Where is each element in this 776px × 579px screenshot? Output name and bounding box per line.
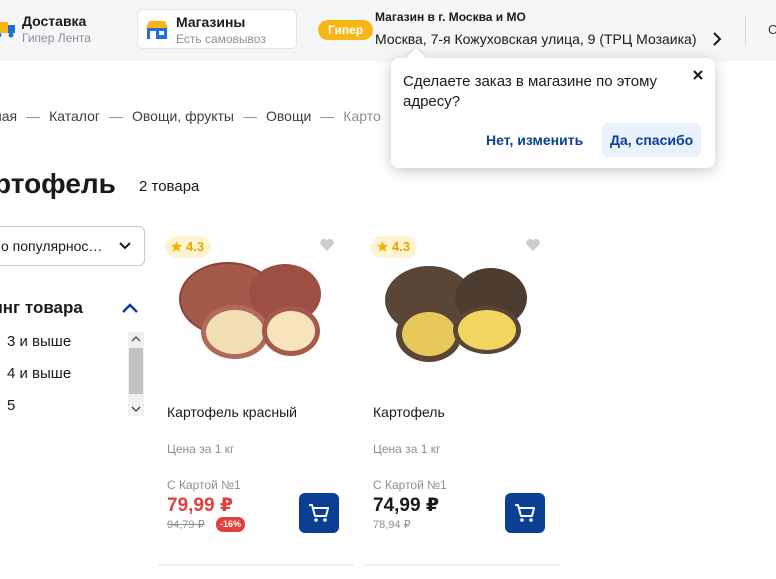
breadcrumb-current: Карто <box>343 108 381 124</box>
delivery-truck-icon <box>0 22 15 38</box>
rating-option-4[interactable]: 4 и выше <box>7 365 71 382</box>
delivery-title: Доставка <box>22 13 87 29</box>
product-count: 2 товара <box>139 178 200 195</box>
unit-price-label: Цена за 1 кг <box>373 442 441 456</box>
add-to-cart-button[interactable] <box>505 493 545 533</box>
rating-option-5[interactable]: 5 <box>7 397 15 414</box>
scroll-up-arrow-icon[interactable] <box>128 332 144 346</box>
breadcrumb-vegetables-fruits[interactable]: Овощи, фрукты <box>132 108 234 124</box>
breadcrumb-separator: — <box>26 108 41 124</box>
store-type-badge: Гипер <box>318 20 374 40</box>
page-title: ртофель <box>0 168 116 199</box>
product-name[interactable]: Картофель красный <box>167 404 297 420</box>
card-divider <box>158 564 354 566</box>
unit-price-label: Цена за 1 кг <box>167 442 235 456</box>
breadcrumb-separator: — <box>109 108 124 124</box>
store-city: Магазин в г. Москва и МО <box>375 10 526 24</box>
discount-badge: -16% <box>216 517 246 532</box>
cart-icon <box>515 504 535 522</box>
chevron-down-icon <box>119 242 131 250</box>
loyalty-card-label: С Картой №1 <box>167 478 241 492</box>
rating-option-3[interactable]: 3 и выше <box>7 333 71 350</box>
popup-message: Сделаете заказ в магазине по этому адрес… <box>403 73 658 110</box>
confirm-store-button[interactable]: Да, спасибо <box>602 123 702 157</box>
breadcrumb-separator: — <box>320 108 335 124</box>
delivery-subtitle: Гипер Лента <box>22 31 91 45</box>
top-bar: Доставка Гипер Лента Магазины Есть самов… <box>0 0 776 62</box>
stores-title: Магазины <box>176 14 246 30</box>
product-card[interactable]: 4.3 Картофель Цена за 1 кг С Картой №1 7… <box>364 226 560 566</box>
store-address-link[interactable]: Москва, 7-я Кожуховская улица, 9 (ТРЦ Мо… <box>375 31 697 47</box>
store-confirm-popup: Сделаете заказ в магазине по этому адрес… <box>391 48 715 168</box>
chevron-up-icon[interactable] <box>121 301 139 315</box>
scroll-down-arrow-icon[interactable] <box>128 402 144 416</box>
stores-toggle[interactable]: Магазины Есть самовывоз <box>137 9 297 49</box>
old-price: 94,79 ₽ <box>167 519 205 531</box>
sort-select[interactable]: о популярнос… <box>0 226 145 266</box>
stores-subtitle: Есть самовывоз <box>176 32 266 46</box>
header-cut-label: С <box>768 22 776 37</box>
chevron-right-icon[interactable] <box>710 31 724 47</box>
breadcrumb-separator: — <box>243 108 257 124</box>
scrollbar-thumb[interactable] <box>129 348 143 394</box>
price: 79,99 ₽ <box>167 495 234 516</box>
product-name[interactable]: Картофель <box>373 404 445 420</box>
breadcrumb-catalog[interactable]: Каталог <box>49 108 100 124</box>
add-to-cart-button[interactable] <box>299 493 339 533</box>
breadcrumb-vegetables[interactable]: Овощи <box>266 108 311 124</box>
store-icon <box>146 21 168 39</box>
card-divider <box>364 564 560 566</box>
sort-value: о популярнос… <box>1 238 103 254</box>
filter-scrollbar[interactable] <box>128 332 144 416</box>
cart-icon <box>309 504 329 522</box>
red-potato-image[interactable] <box>173 244 325 374</box>
price: 74,99 ₽ <box>373 495 440 516</box>
product-card[interactable]: 4.3 Картофель красный Цена за 1 кг С Кар… <box>158 226 354 566</box>
breadcrumb: ная — Каталог — Овощи, фрукты — Овощи — Карто <box>0 108 381 124</box>
close-icon[interactable] <box>691 68 705 82</box>
breadcrumb-home[interactable]: ная <box>0 108 17 124</box>
delivery-toggle[interactable]: Доставка Гипер Лента <box>0 9 130 49</box>
old-price: 78,94 ₽ <box>373 519 411 531</box>
divider <box>745 17 746 45</box>
potato-image[interactable] <box>379 244 531 374</box>
loyalty-card-label: С Картой №1 <box>373 478 447 492</box>
rating-filter-title[interactable]: тинг товара <box>0 298 83 318</box>
change-store-button[interactable]: Нет, изменить <box>475 123 594 157</box>
